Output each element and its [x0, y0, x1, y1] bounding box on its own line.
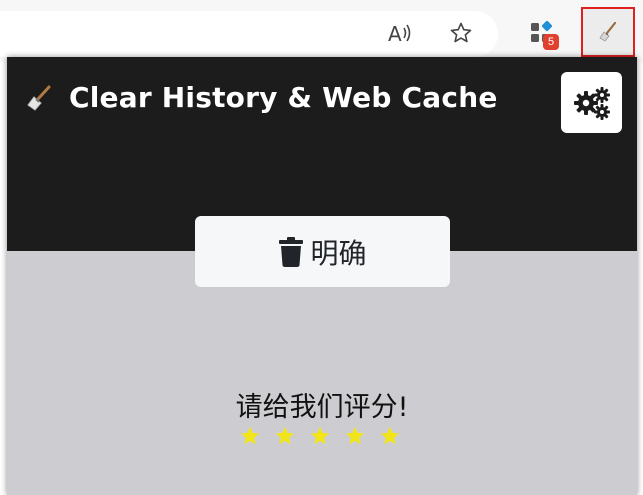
clear-button[interactable]: 明确 [195, 216, 450, 287]
browser-toolbar: A 5 [0, 0, 643, 62]
extensions-badge: 5 [543, 34, 559, 50]
rate-prompt: 请给我们评分! [235, 392, 409, 423]
star-outline-icon[interactable] [444, 16, 478, 50]
brand: Clear History & Web Cache [25, 81, 498, 114]
rating-stars [239, 425, 401, 447]
clear-cache-extension-button[interactable] [581, 7, 635, 57]
trash-icon [279, 236, 304, 267]
star-icon[interactable] [274, 425, 296, 447]
star-icon[interactable] [379, 425, 401, 447]
extension-popup: Clear History & Web Cache 明确 请给我们评分! [7, 57, 637, 495]
broom-icon [27, 85, 51, 111]
settings-button[interactable] [561, 72, 622, 133]
clear-button-label: 明确 [310, 236, 367, 270]
svg-text:A: A [388, 22, 402, 44]
extensions-icon[interactable]: 5 [524, 16, 559, 50]
popup-title: Clear History & Web Cache [69, 81, 498, 114]
gears-icon [573, 86, 610, 120]
star-icon[interactable] [239, 425, 261, 447]
broom-icon [599, 21, 617, 42]
star-icon[interactable] [344, 425, 366, 447]
address-bar[interactable] [0, 11, 498, 57]
star-icon[interactable] [309, 425, 331, 447]
read-aloud-icon[interactable]: A [383, 16, 417, 50]
